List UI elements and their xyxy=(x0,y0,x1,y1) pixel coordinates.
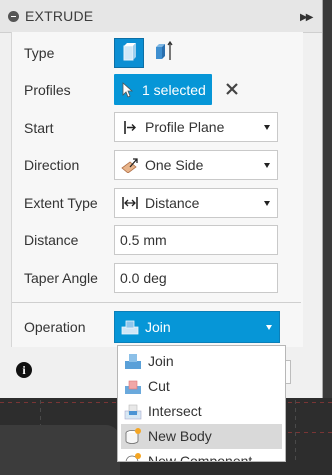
type-label: Type xyxy=(24,45,55,61)
panel-titlebar[interactable]: EXTRUDE ▶▶ xyxy=(0,0,322,33)
one-side-icon xyxy=(121,158,138,173)
profiles-select-button[interactable]: 1 selected xyxy=(114,74,212,105)
profiles-label: Profiles xyxy=(24,82,71,98)
type-thin-button[interactable] xyxy=(151,38,179,66)
start-dropdown[interactable]: Profile Plane xyxy=(114,112,278,142)
operation-dropdown[interactable]: Join xyxy=(114,311,280,343)
taper-angle-input[interactable] xyxy=(114,263,278,293)
chevron-down-icon xyxy=(264,201,270,206)
chevron-down-icon xyxy=(266,325,272,330)
menu-item-label: New Body xyxy=(148,428,212,444)
operation-menu: Join Cut Intersect New Body New Componen… xyxy=(117,345,286,462)
taper-angle-label: Taper Angle xyxy=(24,270,98,286)
panel-title: EXTRUDE xyxy=(25,8,94,24)
ok-button[interactable] xyxy=(286,360,291,384)
menu-item-label: Join xyxy=(148,353,174,369)
operation-value: Join xyxy=(145,319,171,335)
solid-extrude-icon xyxy=(123,43,136,61)
cursor-arrow-icon xyxy=(122,82,134,98)
distance-icon xyxy=(122,197,138,209)
menu-item-intersect[interactable]: Intersect xyxy=(118,399,285,424)
cut-icon xyxy=(125,380,141,394)
join-icon xyxy=(121,320,139,335)
start-label: Start xyxy=(24,120,54,136)
start-value: Profile Plane xyxy=(145,119,225,135)
info-icon[interactable]: i xyxy=(16,362,32,378)
new-component-icon xyxy=(125,453,141,461)
intersect-icon xyxy=(124,404,142,420)
canvas-body-shape xyxy=(0,425,120,475)
menu-item-new-component[interactable]: New Component xyxy=(118,449,285,462)
type-solid-button[interactable] xyxy=(114,38,144,68)
clear-selection-icon[interactable] xyxy=(225,82,239,96)
menu-item-join[interactable]: Join xyxy=(118,349,285,374)
canvas-strip xyxy=(322,0,332,398)
chevron-down-icon xyxy=(264,125,270,130)
thin-extrude-icon xyxy=(156,40,173,60)
direction-value: One Side xyxy=(145,157,204,173)
extent-type-value: Distance xyxy=(145,195,200,211)
profile-plane-icon xyxy=(124,121,136,134)
extrude-panel: EXTRUDE ▶▶ Type Profiles 1 selected Star… xyxy=(0,0,323,398)
divider xyxy=(12,302,301,303)
menu-item-label: Intersect xyxy=(148,403,202,419)
operation-label: Operation xyxy=(24,319,86,335)
distance-input[interactable] xyxy=(114,225,278,255)
menu-item-label: New Component xyxy=(148,453,253,462)
join-icon xyxy=(125,354,141,369)
expand-arrows-icon[interactable]: ▶▶ xyxy=(300,12,313,23)
chevron-down-icon xyxy=(264,163,270,168)
menu-item-label: Cut xyxy=(148,378,170,394)
menu-item-cut[interactable]: Cut xyxy=(118,374,285,399)
profiles-value: 1 selected xyxy=(142,82,206,98)
extent-type-label: Extent Type xyxy=(24,195,98,211)
direction-dropdown[interactable]: One Side xyxy=(114,150,278,180)
new-body-icon xyxy=(125,428,141,444)
collapse-icon[interactable] xyxy=(8,11,19,22)
distance-label: Distance xyxy=(24,232,79,248)
direction-label: Direction xyxy=(24,157,80,173)
menu-item-new-body[interactable]: New Body xyxy=(121,424,282,449)
extent-type-dropdown[interactable]: Distance xyxy=(114,188,278,218)
